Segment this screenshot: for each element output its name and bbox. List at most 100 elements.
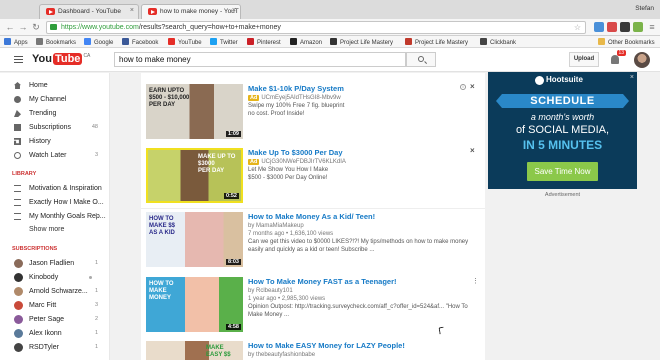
clickbank-icon: [480, 38, 487, 45]
bookmark-bookmarks[interactable]: Bookmarks: [36, 38, 76, 46]
video-result[interactable]: HOW TO MAKE $$ AS A KID 8:03 How to Make…: [141, 210, 485, 272]
ad-badge: Ad: [248, 95, 260, 101]
bookmark-youtube[interactable]: YouTube: [168, 38, 202, 46]
video-description: Opinion Outpost: http://tracking.surveyc…: [248, 304, 468, 318]
close-tab-icon[interactable]: ×: [130, 7, 134, 14]
channel-avatar: [14, 287, 23, 296]
youtube-icon: [168, 38, 175, 45]
bookmark-apps[interactable]: Apps: [4, 38, 28, 46]
video-title[interactable]: How to Make Money As a Kid/ Teen!: [248, 212, 375, 221]
ad-line-3: IN 5 MINUTES: [522, 138, 603, 152]
subscription-item[interactable]: Kinobody: [0, 271, 110, 284]
video-channel[interactable]: by Rclbeauty101: [248, 288, 293, 294]
menu-icon[interactable]: ≡: [646, 21, 658, 33]
search-input[interactable]: how to make money: [114, 52, 406, 67]
library-heading: LIBRARY: [12, 171, 37, 177]
tab-search-results[interactable]: how to make money - YouT ×: [141, 4, 241, 19]
channel-avatar: [14, 301, 23, 310]
subscriptions-heading: SUBSCRIPTIONS: [12, 246, 58, 252]
video-thumbnail[interactable]: HOW TO MAKE $$ AS A KID 8:03: [146, 212, 243, 267]
live-dot-icon: [89, 276, 92, 279]
bookmark-twitter[interactable]: Twitter: [210, 38, 238, 46]
video-title[interactable]: How To Make Money FAST as a Teenager!: [248, 277, 397, 286]
search-icon: [418, 56, 424, 62]
guide-item-playlist[interactable]: Motivation & Inspiration: [0, 182, 110, 195]
bookmark-star-icon[interactable]: ☆: [574, 22, 581, 33]
extension-icon[interactable]: [620, 22, 630, 32]
video-title[interactable]: How to Make EASY Money for LAZY People!: [248, 341, 405, 350]
close-tab-icon[interactable]: ×: [232, 7, 236, 14]
video-result-ad[interactable]: EARN UPTO $500 - $10,000 PER DAY 1:09 Ma…: [141, 81, 485, 143]
more-options-icon[interactable]: ⋮: [472, 277, 479, 285]
youtube-header: You Tube CA how to make money Upload 13: [0, 48, 660, 72]
bookmark-project-life-mastery[interactable]: Project Life Mastery: [330, 38, 393, 46]
bookmark-google[interactable]: Google: [84, 38, 113, 46]
guide-item-playlist[interactable]: My Monthly Goals Rep... 1: [0, 210, 110, 223]
dismiss-ad-icon[interactable]: ×: [470, 82, 475, 91]
playlist-icon: [14, 213, 21, 220]
notifications-bell-icon[interactable]: [611, 55, 619, 64]
youtube-favicon-icon: [46, 8, 55, 15]
subscription-item[interactable]: Arnold Schwarze... 1: [0, 285, 110, 298]
ad-close-icon[interactable]: ×: [630, 74, 634, 81]
tab-dashboard[interactable]: Dashboard - YouTube ×: [39, 4, 139, 19]
subscription-item[interactable]: Marc Fitt 3: [0, 299, 110, 312]
video-thumbnail[interactable]: MAKE EASY $$: [146, 341, 243, 360]
flame-icon: [14, 110, 21, 117]
video-result-ad[interactable]: MAKE UP TO $3000 PER DAY 0:52 Make Up To…: [141, 145, 485, 207]
bookmark-project-life-mastery-2[interactable]: Project Life Mastery: [405, 38, 468, 46]
guide-item-trending[interactable]: Trending: [0, 107, 110, 120]
bookmark-clickbank[interactable]: Clickbank: [480, 38, 516, 46]
bookmarks-bar: Apps Bookmarks Google Facebook YouTube T…: [0, 36, 660, 48]
upload-button[interactable]: Upload: [569, 52, 599, 67]
guide-item-watch-later[interactable]: Watch Later 3: [0, 149, 110, 162]
notification-count-badge: 13: [617, 50, 626, 56]
video-thumbnail[interactable]: HOW TO MAKE MONEY 4:58: [146, 277, 243, 332]
profile-name[interactable]: Stefan: [635, 5, 654, 12]
video-title[interactable]: Make Up To $3000 Per Day: [248, 148, 343, 157]
video-channel[interactable]: by MamaMiaMakeup: [248, 223, 304, 229]
tab-title: how to make money - YouT: [160, 8, 239, 15]
account-avatar[interactable]: [634, 52, 650, 68]
subscriptions-icon: [14, 124, 21, 131]
reload-icon[interactable]: ↻: [30, 21, 42, 33]
video-title[interactable]: Make $1-10k P/Day System: [248, 84, 344, 93]
dismiss-ad-icon[interactable]: ×: [470, 146, 475, 155]
bookmark-pinterest[interactable]: Pinterest: [247, 38, 281, 46]
guide-item-playlist[interactable]: Exactly How I Make O... 1: [0, 196, 110, 209]
extension-icon[interactable]: [594, 22, 604, 32]
info-icon[interactable]: i: [460, 84, 466, 90]
show-more-link[interactable]: Show more: [29, 226, 64, 233]
guide-item-subscriptions[interactable]: Subscriptions 48: [0, 121, 110, 134]
search-button[interactable]: [406, 52, 436, 67]
guide-item-home[interactable]: Home: [0, 79, 110, 92]
hamburger-menu-icon[interactable]: [14, 56, 23, 63]
back-arrow-icon[interactable]: ←: [4, 21, 16, 33]
hootsuite-owl-icon: [535, 76, 544, 85]
subscription-item[interactable]: Alex Ikonn 1: [0, 327, 110, 340]
hootsuite-ad[interactable]: Hootsuite × SCHEDULE a month's worth of …: [488, 72, 637, 189]
advertisement-label: Advertisement: [544, 192, 581, 198]
subscription-item[interactable]: Jason Fladlien 1: [0, 257, 110, 270]
subscription-item[interactable]: RSDTyler 1: [0, 341, 110, 354]
video-result[interactable]: HOW TO MAKE MONEY 4:58 How To Make Money…: [141, 275, 485, 337]
video-channel[interactable]: by thebeautyfashionbabe: [248, 352, 315, 358]
guide-item-my-channel[interactable]: My Channel: [0, 93, 110, 106]
extension-icon[interactable]: [633, 22, 643, 32]
bookmark-other[interactable]: Other Bookmarks: [598, 38, 655, 46]
subscription-item[interactable]: Peter Sage 2: [0, 313, 110, 326]
video-result[interactable]: MAKE EASY $$ How to Make EASY Money for …: [141, 339, 485, 360]
youtube-logo[interactable]: You Tube CA: [32, 53, 90, 65]
extension-icon[interactable]: [607, 22, 617, 32]
bookmark-facebook[interactable]: Facebook: [122, 38, 158, 46]
video-duration: 8:03: [225, 259, 241, 265]
address-bar[interactable]: https://www.youtube.com/results?search_q…: [46, 21, 586, 34]
guide-item-history[interactable]: History: [0, 135, 110, 148]
youtube-favicon-icon: [148, 8, 157, 15]
bookmark-amazon[interactable]: Amazon: [290, 38, 322, 46]
forward-arrow-icon[interactable]: →: [17, 21, 29, 33]
video-thumbnail[interactable]: EARN UPTO $500 - $10,000 PER DAY 1:09: [146, 84, 243, 139]
video-thumbnail[interactable]: MAKE UP TO $3000 PER DAY 0:52: [146, 148, 243, 203]
ad-cta-button[interactable]: Save Time Now: [527, 162, 598, 181]
ad-ribbon: SCHEDULE: [496, 94, 629, 108]
